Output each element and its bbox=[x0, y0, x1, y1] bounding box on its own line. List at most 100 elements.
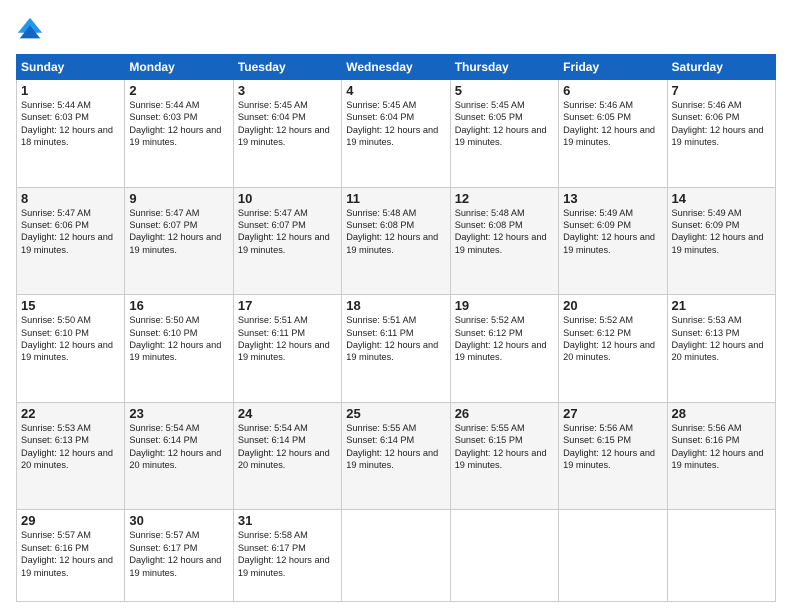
calendar-cell bbox=[667, 510, 775, 602]
calendar-cell: 18 Sunrise: 5:51 AM Sunset: 6:11 PM Dayl… bbox=[342, 295, 450, 403]
sunrise-label: Sunrise: 5:45 AM bbox=[455, 100, 525, 110]
sunset-label: Sunset: 6:08 PM bbox=[455, 220, 523, 230]
day-info: Sunrise: 5:46 AM Sunset: 6:05 PM Dayligh… bbox=[563, 99, 662, 149]
day-number: 25 bbox=[346, 406, 445, 421]
day-info: Sunrise: 5:54 AM Sunset: 6:14 PM Dayligh… bbox=[238, 422, 337, 472]
calendar-cell: 5 Sunrise: 5:45 AM Sunset: 6:05 PM Dayli… bbox=[450, 80, 558, 188]
day-info: Sunrise: 5:53 AM Sunset: 6:13 PM Dayligh… bbox=[21, 422, 120, 472]
calendar-day-header: Monday bbox=[125, 55, 233, 80]
sunset-label: Sunset: 6:04 PM bbox=[346, 112, 414, 122]
logo bbox=[16, 16, 48, 44]
calendar-cell: 23 Sunrise: 5:54 AM Sunset: 6:14 PM Dayl… bbox=[125, 402, 233, 510]
day-info: Sunrise: 5:49 AM Sunset: 6:09 PM Dayligh… bbox=[563, 207, 662, 257]
day-number: 2 bbox=[129, 83, 228, 98]
calendar-cell: 28 Sunrise: 5:56 AM Sunset: 6:16 PM Dayl… bbox=[667, 402, 775, 510]
sunrise-label: Sunrise: 5:48 AM bbox=[346, 208, 416, 218]
daylight-label: Daylight: 12 hours and 19 minutes. bbox=[129, 340, 221, 362]
sunset-label: Sunset: 6:17 PM bbox=[129, 543, 197, 553]
daylight-label: Daylight: 12 hours and 19 minutes. bbox=[455, 448, 547, 470]
sunset-label: Sunset: 6:05 PM bbox=[563, 112, 631, 122]
day-info: Sunrise: 5:50 AM Sunset: 6:10 PM Dayligh… bbox=[21, 314, 120, 364]
sunrise-label: Sunrise: 5:52 AM bbox=[563, 315, 633, 325]
calendar-cell: 24 Sunrise: 5:54 AM Sunset: 6:14 PM Dayl… bbox=[233, 402, 341, 510]
day-info: Sunrise: 5:50 AM Sunset: 6:10 PM Dayligh… bbox=[129, 314, 228, 364]
day-info: Sunrise: 5:46 AM Sunset: 6:06 PM Dayligh… bbox=[672, 99, 771, 149]
daylight-label: Daylight: 12 hours and 19 minutes. bbox=[238, 232, 330, 254]
calendar-cell: 1 Sunrise: 5:44 AM Sunset: 6:03 PM Dayli… bbox=[17, 80, 125, 188]
sunrise-label: Sunrise: 5:57 AM bbox=[21, 530, 91, 540]
day-info: Sunrise: 5:56 AM Sunset: 6:15 PM Dayligh… bbox=[563, 422, 662, 472]
calendar-cell bbox=[450, 510, 558, 602]
sunrise-label: Sunrise: 5:46 AM bbox=[672, 100, 742, 110]
calendar-day-header: Sunday bbox=[17, 55, 125, 80]
calendar-cell: 27 Sunrise: 5:56 AM Sunset: 6:15 PM Dayl… bbox=[559, 402, 667, 510]
day-number: 4 bbox=[346, 83, 445, 98]
calendar-day-header: Saturday bbox=[667, 55, 775, 80]
calendar-cell: 15 Sunrise: 5:50 AM Sunset: 6:10 PM Dayl… bbox=[17, 295, 125, 403]
sunrise-label: Sunrise: 5:53 AM bbox=[672, 315, 742, 325]
sunset-label: Sunset: 6:11 PM bbox=[346, 328, 413, 338]
sunrise-label: Sunrise: 5:50 AM bbox=[129, 315, 199, 325]
daylight-label: Daylight: 12 hours and 19 minutes. bbox=[21, 555, 113, 577]
sunset-label: Sunset: 6:12 PM bbox=[455, 328, 523, 338]
daylight-label: Daylight: 12 hours and 19 minutes. bbox=[129, 232, 221, 254]
day-number: 23 bbox=[129, 406, 228, 421]
sunrise-label: Sunrise: 5:49 AM bbox=[563, 208, 633, 218]
day-info: Sunrise: 5:51 AM Sunset: 6:11 PM Dayligh… bbox=[238, 314, 337, 364]
day-info: Sunrise: 5:52 AM Sunset: 6:12 PM Dayligh… bbox=[563, 314, 662, 364]
calendar-cell: 17 Sunrise: 5:51 AM Sunset: 6:11 PM Dayl… bbox=[233, 295, 341, 403]
sunrise-label: Sunrise: 5:56 AM bbox=[672, 423, 742, 433]
calendar-cell: 14 Sunrise: 5:49 AM Sunset: 6:09 PM Dayl… bbox=[667, 187, 775, 295]
day-number: 9 bbox=[129, 191, 228, 206]
day-number: 1 bbox=[21, 83, 120, 98]
day-number: 26 bbox=[455, 406, 554, 421]
day-info: Sunrise: 5:51 AM Sunset: 6:11 PM Dayligh… bbox=[346, 314, 445, 364]
daylight-label: Daylight: 12 hours and 19 minutes. bbox=[563, 448, 655, 470]
calendar-cell: 13 Sunrise: 5:49 AM Sunset: 6:09 PM Dayl… bbox=[559, 187, 667, 295]
calendar-cell: 25 Sunrise: 5:55 AM Sunset: 6:14 PM Dayl… bbox=[342, 402, 450, 510]
daylight-label: Daylight: 12 hours and 19 minutes. bbox=[129, 555, 221, 577]
calendar-week-row: 1 Sunrise: 5:44 AM Sunset: 6:03 PM Dayli… bbox=[17, 80, 776, 188]
day-number: 8 bbox=[21, 191, 120, 206]
day-info: Sunrise: 5:56 AM Sunset: 6:16 PM Dayligh… bbox=[672, 422, 771, 472]
day-number: 30 bbox=[129, 513, 228, 528]
calendar-cell: 21 Sunrise: 5:53 AM Sunset: 6:13 PM Dayl… bbox=[667, 295, 775, 403]
header bbox=[16, 16, 776, 44]
calendar-cell: 11 Sunrise: 5:48 AM Sunset: 6:08 PM Dayl… bbox=[342, 187, 450, 295]
calendar-cell: 10 Sunrise: 5:47 AM Sunset: 6:07 PM Dayl… bbox=[233, 187, 341, 295]
day-number: 16 bbox=[129, 298, 228, 313]
sunrise-label: Sunrise: 5:51 AM bbox=[238, 315, 308, 325]
calendar-day-header: Friday bbox=[559, 55, 667, 80]
day-number: 24 bbox=[238, 406, 337, 421]
daylight-label: Daylight: 12 hours and 19 minutes. bbox=[238, 125, 330, 147]
daylight-label: Daylight: 12 hours and 20 minutes. bbox=[563, 340, 655, 362]
sunset-label: Sunset: 6:14 PM bbox=[238, 435, 306, 445]
day-info: Sunrise: 5:57 AM Sunset: 6:17 PM Dayligh… bbox=[129, 529, 228, 579]
sunrise-label: Sunrise: 5:53 AM bbox=[21, 423, 91, 433]
calendar-cell: 8 Sunrise: 5:47 AM Sunset: 6:06 PM Dayli… bbox=[17, 187, 125, 295]
calendar-table: SundayMondayTuesdayWednesdayThursdayFrid… bbox=[16, 54, 776, 602]
daylight-label: Daylight: 12 hours and 20 minutes. bbox=[672, 340, 764, 362]
day-info: Sunrise: 5:52 AM Sunset: 6:12 PM Dayligh… bbox=[455, 314, 554, 364]
day-number: 18 bbox=[346, 298, 445, 313]
calendar-cell: 6 Sunrise: 5:46 AM Sunset: 6:05 PM Dayli… bbox=[559, 80, 667, 188]
day-number: 13 bbox=[563, 191, 662, 206]
day-number: 14 bbox=[672, 191, 771, 206]
day-info: Sunrise: 5:47 AM Sunset: 6:07 PM Dayligh… bbox=[129, 207, 228, 257]
sunset-label: Sunset: 6:06 PM bbox=[21, 220, 89, 230]
daylight-label: Daylight: 12 hours and 19 minutes. bbox=[455, 340, 547, 362]
calendar-day-header: Thursday bbox=[450, 55, 558, 80]
sunset-label: Sunset: 6:14 PM bbox=[129, 435, 197, 445]
sunrise-label: Sunrise: 5:51 AM bbox=[346, 315, 416, 325]
sunset-label: Sunset: 6:15 PM bbox=[563, 435, 631, 445]
daylight-label: Daylight: 12 hours and 20 minutes. bbox=[21, 448, 113, 470]
calendar-day-header: Wednesday bbox=[342, 55, 450, 80]
day-info: Sunrise: 5:48 AM Sunset: 6:08 PM Dayligh… bbox=[346, 207, 445, 257]
calendar-week-row: 8 Sunrise: 5:47 AM Sunset: 6:06 PM Dayli… bbox=[17, 187, 776, 295]
calendar-cell bbox=[342, 510, 450, 602]
day-number: 10 bbox=[238, 191, 337, 206]
day-info: Sunrise: 5:47 AM Sunset: 6:07 PM Dayligh… bbox=[238, 207, 337, 257]
sunset-label: Sunset: 6:10 PM bbox=[129, 328, 197, 338]
day-info: Sunrise: 5:45 AM Sunset: 6:05 PM Dayligh… bbox=[455, 99, 554, 149]
calendar-cell: 20 Sunrise: 5:52 AM Sunset: 6:12 PM Dayl… bbox=[559, 295, 667, 403]
